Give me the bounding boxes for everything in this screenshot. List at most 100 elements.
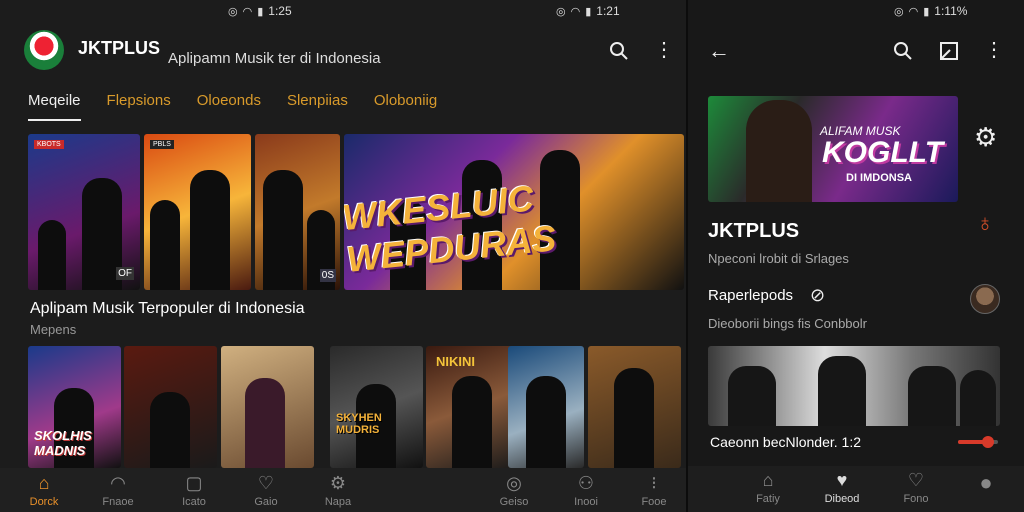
card-badge: PBLS	[150, 140, 174, 149]
album-text: SKYHEN MUDRIS	[336, 412, 382, 436]
performer-figure	[818, 356, 866, 426]
album-card[interactable]	[124, 346, 217, 468]
artist-title: JKTPLUS	[708, 220, 800, 242]
bottom-nav: ⌂ Dorck ◠ Fnaoe ▢ Icato ♡ Gaio ⚙ Napa ◎ Geiso …	[0, 468, 686, 512]
back-arrow-icon[interactable]: ←	[708, 40, 730, 62]
section-title: Aplipam Musik Terpopuler di Indonesia	[30, 300, 305, 317]
banner-card-3[interactable]: 0S	[255, 134, 340, 290]
tab-4[interactable]: Oloboniig	[374, 92, 437, 121]
artist-hero[interactable]: ALIFAM MUSK KOGLLT DI IMDONSA	[708, 96, 958, 202]
nav-label: Fnaoe	[102, 495, 134, 508]
library-icon: ▢	[185, 472, 203, 493]
search-icon[interactable]	[892, 40, 914, 62]
nav-item-2[interactable]: ▢ Icato	[164, 473, 224, 508]
album-card[interactable]: NIKINI	[426, 346, 519, 468]
section-subtitle: Mepens	[30, 322, 77, 337]
nav-item-2[interactable]: ♡ Fono	[886, 470, 946, 505]
performer-figure	[452, 376, 492, 468]
tab-3[interactable]: Slenpiias	[287, 92, 348, 121]
explore-icon[interactable]: ⊘	[810, 286, 825, 304]
nav-item-1[interactable]: ◠ Fnaoe	[88, 473, 148, 508]
album-text: NIKINI	[436, 354, 475, 369]
profile-icon: ⚇	[577, 472, 595, 493]
nav-item-3[interactable]: ●	[956, 470, 1016, 498]
performer-figure	[150, 200, 180, 290]
battery-icon: ▮	[923, 5, 930, 18]
nav-item-4[interactable]: ⚙ Napa	[308, 473, 368, 508]
tab-1[interactable]: Flepsions	[107, 92, 171, 121]
nav-item-3[interactable]: ♡ Gaio	[236, 473, 296, 508]
avatar[interactable]	[970, 284, 1000, 314]
progress-knob[interactable]	[982, 436, 994, 448]
profile-icon: ●	[979, 470, 993, 495]
wifi-icon: ◠	[242, 5, 253, 18]
performer-figure	[908, 366, 956, 426]
playback-progress[interactable]	[958, 436, 998, 448]
video-caption: Caeonn becNlonder. 1:2	[710, 434, 861, 450]
album-card[interactable]	[588, 346, 681, 468]
battery-icon: ▮	[585, 5, 592, 18]
album-text: SKOLHIS MADNIS	[34, 428, 92, 458]
tab-2[interactable]: Oloeonds	[197, 92, 261, 121]
more-icon: ⁝	[651, 472, 657, 493]
nav-label: Fooe	[641, 495, 667, 508]
nav-label: Fatiy	[756, 493, 780, 505]
radio-icon: ◎	[506, 472, 522, 493]
performer-figure	[614, 368, 654, 468]
performer-figure	[190, 170, 230, 290]
status-time: 1:25	[268, 4, 292, 18]
playlist-name[interactable]: Raperlepods	[708, 287, 793, 304]
video-thumbnail[interactable]	[708, 346, 1000, 426]
nav-label: Dibeod	[824, 493, 860, 505]
featured-banner[interactable]: WKESLUIC WEPDURAS	[344, 134, 684, 290]
bottom-nav-right: ⌂ Fatiy ♥ Dibeod ♡ Fono ●	[688, 466, 1024, 512]
performer-figure	[150, 392, 190, 468]
hero-line-2: KOGLLT	[822, 136, 944, 169]
nav-item-1[interactable]: ♥ Dibeod	[812, 470, 872, 505]
wifi-icon: ◠	[570, 5, 581, 18]
album-card[interactable]: SKYHEN MUDRIS	[330, 346, 423, 468]
app-name: JKTPLUS	[78, 38, 161, 58]
wifi-icon: ◠	[908, 5, 919, 18]
performer-figure	[960, 370, 996, 426]
album-card[interactable]	[508, 346, 584, 468]
app-logo[interactable]	[24, 30, 64, 70]
settings-icon: ⚙	[329, 472, 347, 493]
app-tagline: Aplipamn Musik ter di Indonesia	[168, 50, 381, 67]
more-vert-icon[interactable]: ⋮	[654, 40, 674, 60]
nav-label: Inooi	[574, 495, 598, 508]
banner-card-2[interactable]: PBLS	[144, 134, 251, 290]
banner-card-1[interactable]: KBOTS OF	[28, 134, 140, 290]
left-screen: ◎ ◠ ▮ 1:25 ◎ ◠ ▮ 1:21 JKTPLUS Aplipamn M…	[0, 0, 686, 512]
tab-0[interactable]: Meqeile	[28, 92, 81, 121]
nav-item-0[interactable]: ⌂ Fatiy	[738, 470, 798, 505]
playlist-description: Dieoborii bings fis Conbbolr	[708, 316, 867, 331]
performer-figure	[263, 170, 303, 290]
nav-label: Fono	[903, 493, 929, 505]
hero-line-3: DI IMDONSA	[846, 172, 912, 184]
cast-icon[interactable]	[938, 40, 960, 62]
alarm-icon: ◎	[556, 5, 566, 18]
featured-title: WKESLUIC WEPDURAS	[344, 177, 558, 280]
discover-icon: ◠	[110, 472, 126, 493]
album-card[interactable]: SKOLHIS MADNIS	[28, 346, 121, 468]
performer-figure	[245, 378, 285, 468]
nav-label: Gaio	[254, 495, 278, 508]
nav-label: Geiso	[499, 495, 529, 508]
heart-icon: ♡	[257, 472, 275, 493]
nav-item-6[interactable]: ⚇ Inooi	[556, 473, 616, 508]
alarm-icon: ◎	[894, 5, 904, 18]
nav-item-0[interactable]: ⌂ Dorck	[14, 473, 74, 508]
artist-subtitle: Npeconi lrobit di Srlages	[708, 251, 849, 266]
battery-icon: ▮	[257, 5, 264, 18]
status-time: 1:21	[596, 4, 620, 18]
more-vert-icon[interactable]: ⋮	[984, 40, 1004, 60]
nav-item-7[interactable]: ⁝ Fooe	[624, 473, 684, 508]
settings-gear-icon[interactable]: ⚙	[974, 124, 997, 150]
pin-icon[interactable]: ♁	[976, 212, 994, 236]
home-icon: ⌂	[38, 472, 50, 493]
status-bar-left: ◎ ◠ ▮ 1:25	[228, 0, 292, 22]
search-icon[interactable]	[608, 40, 630, 62]
nav-item-5[interactable]: ◎ Geiso	[484, 473, 544, 508]
album-card[interactable]	[221, 346, 314, 468]
